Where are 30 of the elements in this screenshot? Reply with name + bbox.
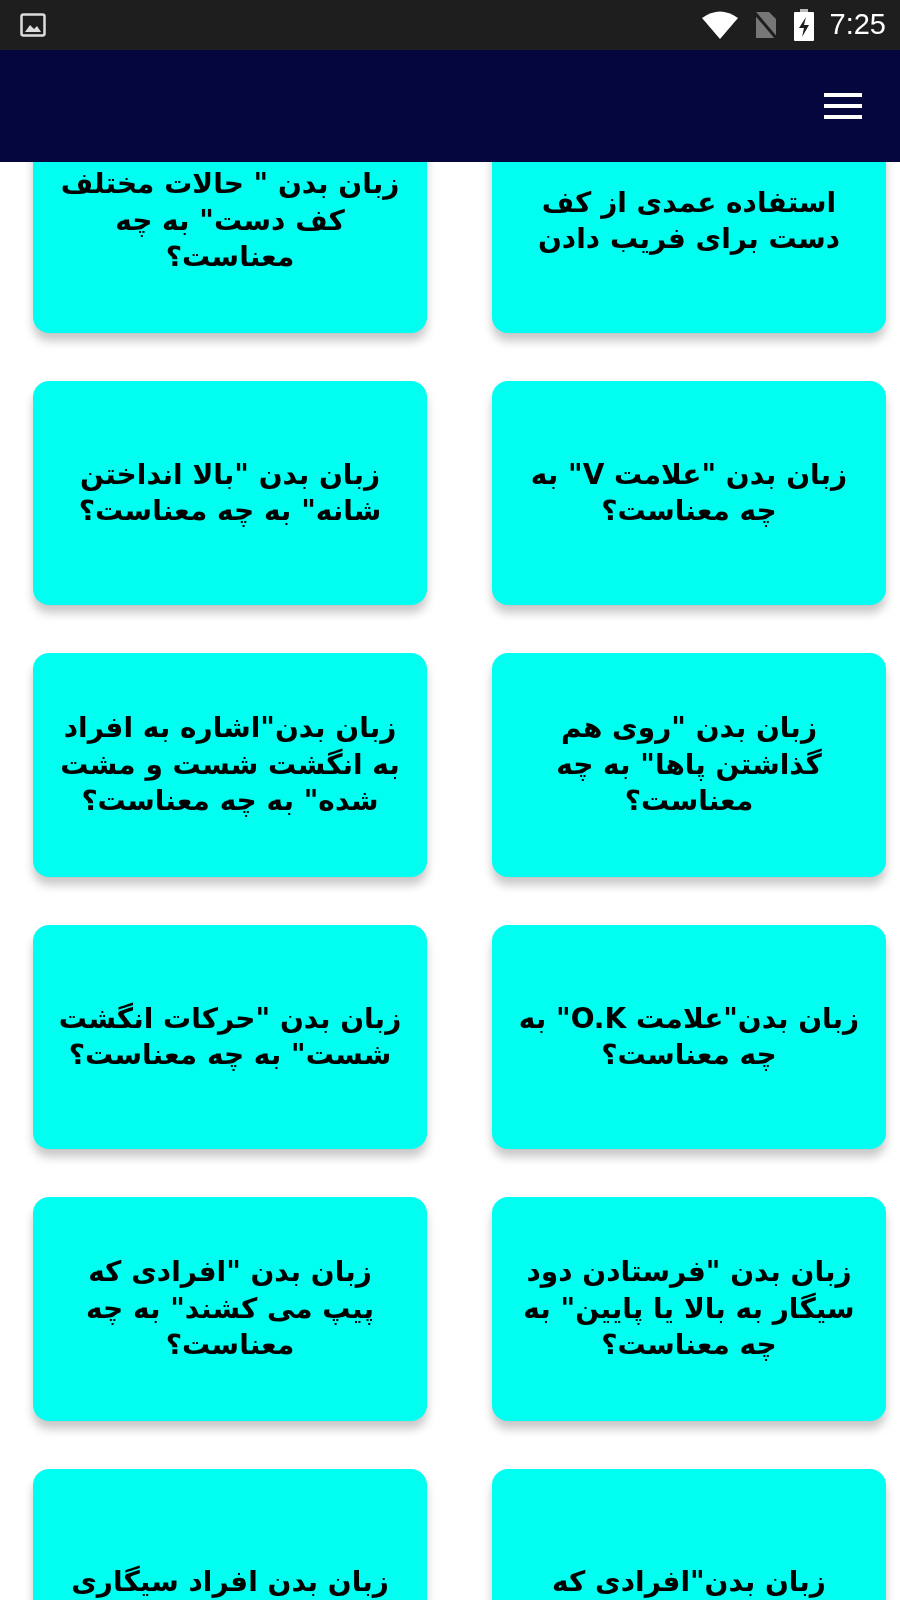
battery-charging-icon <box>793 9 814 41</box>
clock-time: 7:25 <box>829 7 886 43</box>
question-text: زبان بدن "بالا انداختن شانه" به چه معناست؟ <box>78 456 382 529</box>
question-text: زبان بدن"افرادی که <box>552 1564 826 1600</box>
question-text: زبان بدن"اشاره به افراد به انگشت شست و مشت شده" به چه معناست؟ <box>60 710 400 820</box>
question-text: زبان بدن "حرکات انگشت شست" به چه معناست؟ <box>58 1000 402 1073</box>
question-text: استفاده عمدی از کف دست برای فریب دادن <box>537 184 841 257</box>
menu-icon[interactable] <box>824 92 862 120</box>
question-card[interactable]: زبان بدن "افرادی که پیپ می کشند" به چه معناست؟ <box>33 1197 427 1421</box>
question-card[interactable]: زبان بدن افراد سیگاری <box>33 1469 427 1600</box>
question-card[interactable]: زبان بدن " حالات مختلف کف دست" به چه معناست؟ <box>33 162 427 333</box>
question-card[interactable]: زبان بدن "روی هم گذاشتن پاها" به چه معناست؟ <box>492 653 886 877</box>
question-text: زبان بدن "افرادی که پیپ می کشند" به چه معناست؟ <box>86 1254 374 1364</box>
question-card[interactable]: زبان بدن"افرادی که <box>492 1469 886 1600</box>
question-card[interactable]: زبان بدن "حرکات انگشت شست" به چه معناست؟ <box>33 925 427 1149</box>
question-text: زبان بدن "روی هم گذاشتن پاها" به چه معناست؟ <box>556 710 822 820</box>
question-card[interactable]: زبان بدن"اشاره به افراد به انگشت شست و مشت شده" به چه معناست؟ <box>33 653 427 877</box>
no-sim-icon <box>753 10 778 40</box>
question-card[interactable]: زبان بدن "فرستادن دود سیگار به بالا یا پایین" به چه معناست؟ <box>492 1197 886 1421</box>
question-text: زبان بدن"علامت O.K" به چه معناست؟ <box>518 1000 860 1073</box>
question-text: زبان بدن افراد سیگاری <box>71 1564 389 1600</box>
question-card[interactable]: زبان بدن "بالا انداختن شانه" به چه معناست؟ <box>33 381 427 605</box>
question-text: زبان بدن " حالات مختلف کف دست" به چه معناست؟ <box>60 166 400 276</box>
wifi-icon <box>701 11 738 39</box>
question-card[interactable]: زبان بدن "علامت V" به چه معناست؟ <box>492 381 886 605</box>
question-text: زبان بدن "فرستادن دود سیگار به بالا یا پایین" به چه معناست؟ <box>523 1254 855 1364</box>
question-card[interactable]: استفاده عمدی از کف دست برای فریب دادن <box>492 162 886 333</box>
question-card[interactable]: زبان بدن"علامت O.K" به چه معناست؟ <box>492 925 886 1149</box>
image-notification-icon <box>20 13 46 37</box>
question-text: زبان بدن "علامت V" به چه معناست؟ <box>530 456 848 529</box>
